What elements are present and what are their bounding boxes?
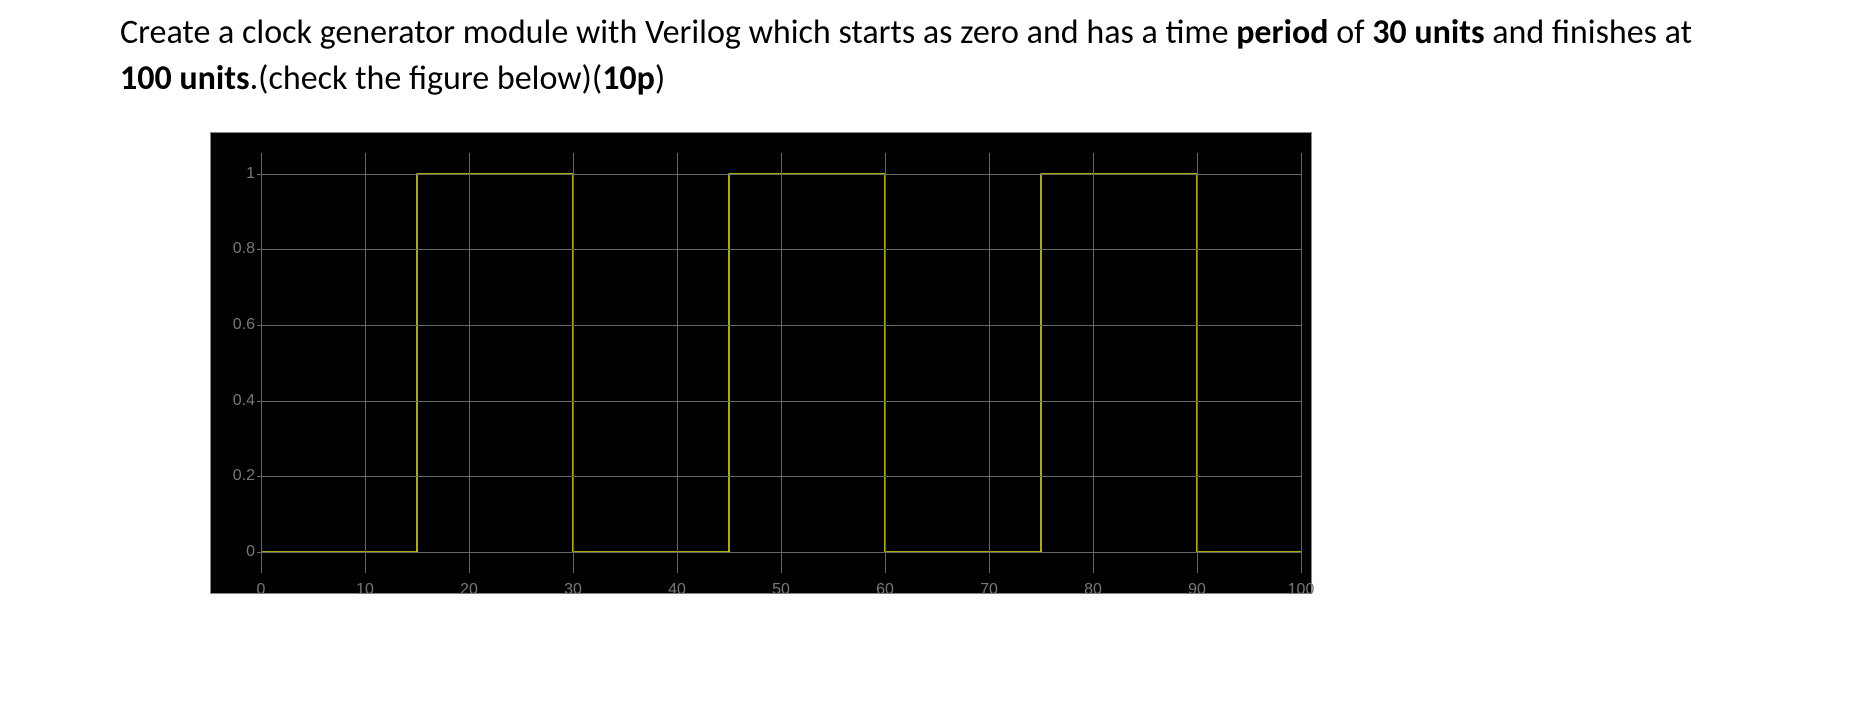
x-tick-label: 60 [876,581,894,599]
x-tick-label: 20 [460,581,478,599]
x-tick-label: 100 [1288,581,1315,599]
y-tick-mark [257,174,261,175]
x-tick-label: 90 [1188,581,1206,599]
q-bold1: period [1236,12,1328,53]
x-gridline [1093,153,1094,573]
y-gridline [261,249,1301,250]
x-tick-label: 40 [668,581,686,599]
y-tick-mark [257,476,261,477]
x-gridline [573,153,574,573]
q-bold2: 30 units [1372,12,1484,53]
x-gridline [1197,153,1198,573]
q-part2: of [1329,12,1373,53]
y-tick-label: 1 [246,165,255,183]
question-text: Create a clock generator module with Ver… [120,10,1736,102]
y-tick-label: 0.4 [233,392,255,410]
x-tick-label: 30 [564,581,582,599]
x-tick-label: 50 [772,581,790,599]
x-gridline [677,153,678,573]
x-gridline [469,153,470,573]
q-bold3: 100 units [120,58,250,99]
y-tick-mark [257,401,261,402]
q-part1: Create a clock generator module with Ver… [120,12,1236,53]
q-part3: and finishes at [1485,12,1692,53]
y-tick-label: 0.6 [233,316,255,334]
x-gridline [365,153,366,573]
y-gridline [261,325,1301,326]
y-tick-label: 0 [246,543,255,561]
x-gridline [781,153,782,573]
x-gridline [1301,153,1302,573]
q-part5: ) [655,58,665,99]
plot-area: 010203040506070809010000.20.40.60.81 [261,153,1301,573]
y-gridline [261,476,1301,477]
y-gridline [261,174,1301,175]
y-tick-mark [257,249,261,250]
y-gridline [261,552,1301,553]
y-tick-label: 0.8 [233,240,255,258]
y-tick-label: 0.2 [233,467,255,485]
y-tick-mark [257,325,261,326]
x-gridline [261,153,262,573]
x-tick-label: 10 [356,581,374,599]
page: Create a clock generator module with Ver… [0,0,1856,594]
x-gridline [885,153,886,573]
y-tick-mark [257,552,261,553]
q-bold4: 10p [602,58,655,99]
waveform-chart: 010203040506070809010000.20.40.60.81 [210,132,1312,594]
x-tick-label: 70 [980,581,998,599]
x-gridline [989,153,990,573]
x-tick-label: 0 [257,581,266,599]
x-tick-label: 80 [1084,581,1102,599]
y-gridline [261,401,1301,402]
q-part4: .(check the figure below)( [250,58,603,99]
chart-container: 010203040506070809010000.20.40.60.81 [210,132,1736,594]
